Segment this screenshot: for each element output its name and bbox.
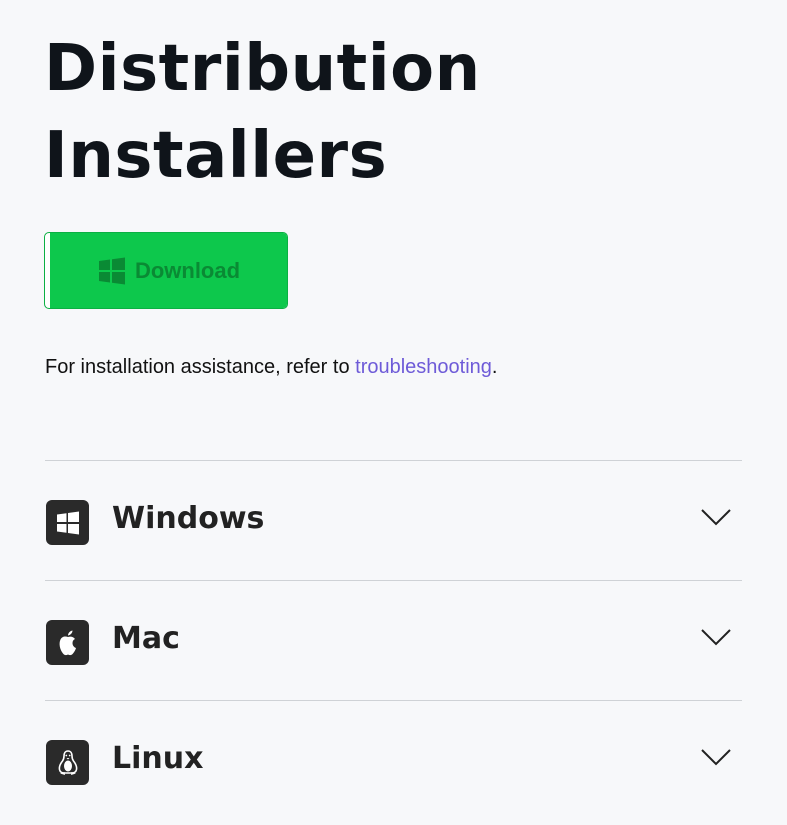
troubleshooting-link[interactable]: troubleshooting (355, 356, 492, 378)
accordion-label-windows: Windows (112, 501, 265, 536)
windows-icon (46, 500, 89, 545)
apple-icon (46, 620, 89, 665)
download-button-label: Download (134, 257, 241, 283)
accordion-item-windows[interactable]: Windows (45, 460, 742, 580)
platform-accordion: Windows Mac Linux (45, 460, 742, 820)
chevron-down-icon[interactable] (700, 627, 732, 647)
linux-penguin-icon (46, 740, 89, 785)
assist-suffix: . (491, 356, 498, 378)
accordion-item-mac[interactable]: Mac (45, 580, 742, 700)
page-title: Distribution Installers (44, 26, 481, 200)
page-title-line-1: Distribution (44, 32, 481, 106)
accordion-label-linux: Linux (112, 741, 204, 776)
accordion-item-linux[interactable]: Linux (45, 700, 742, 820)
chevron-down-icon[interactable] (700, 507, 732, 527)
windows-icon (97, 256, 127, 286)
page-title-line-2: Installers (44, 119, 388, 193)
chevron-down-icon[interactable] (700, 747, 732, 767)
assist-text: For installation assistance, refer to (45, 356, 356, 378)
accordion-label-mac: Mac (112, 621, 180, 656)
installation-assistance-text: For installation assistance, refer to tr… (45, 356, 497, 379)
download-button[interactable]: Download (44, 232, 288, 309)
